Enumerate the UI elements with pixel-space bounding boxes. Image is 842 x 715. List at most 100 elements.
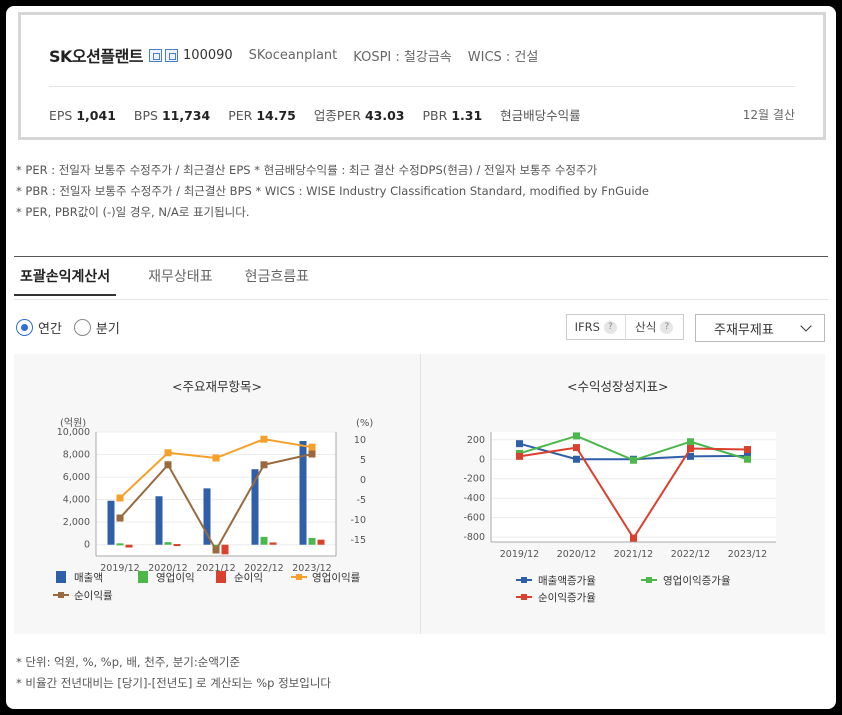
metric-eps: EPS 1,041	[49, 108, 116, 123]
legend-swatch	[56, 571, 66, 583]
y-tick-label: 0	[479, 454, 485, 465]
y-tick-label: 10,000	[57, 427, 90, 438]
ifrs-button[interactable]: IFRS?	[567, 320, 625, 334]
chart1-title: <주요재무항목>	[172, 379, 262, 394]
note-line: * PBR : 전일자 보통주 수정주가 / 최근결산 BPS * WICS :…	[16, 184, 649, 198]
tabs-top-border	[14, 256, 828, 257]
point-영업이익증가율	[630, 456, 637, 464]
company-info-box: SK오션플랜트 100090 SKoceanplant KOSPI : 철강금속…	[18, 12, 826, 140]
tab-balance-sheet[interactable]: 재무상태표	[148, 266, 212, 296]
metric-per: PER 14.75	[228, 108, 296, 123]
company-name: SK오션플랜트	[49, 47, 144, 66]
point-매출액증가율	[573, 455, 580, 463]
point-영업이익률	[308, 443, 316, 451]
y2-tick-label: -15	[350, 535, 366, 546]
y-tick-label: 2,000	[63, 517, 90, 528]
wics-sector: WICS : 건설	[467, 49, 539, 65]
legend-label: 순이익증가율	[538, 592, 596, 604]
legend-swatch-point	[296, 574, 302, 580]
stock-code: 100090	[183, 47, 233, 63]
point-영업이익증가율	[573, 432, 580, 440]
y-tick-label: -600	[463, 513, 485, 524]
legend-swatch	[138, 571, 148, 583]
legend-label: 매출액	[74, 572, 103, 584]
bar-순이익	[317, 539, 325, 545]
help-icon[interactable]: ?	[603, 320, 617, 334]
legend-swatch-point	[521, 577, 527, 583]
metric-bps: BPS 11,734	[133, 108, 211, 123]
charts-separator	[420, 354, 421, 634]
ifrs-label: IFRS	[574, 320, 600, 334]
bar-순이익	[269, 542, 277, 545]
point-순이익률	[212, 546, 220, 554]
point-순이익증가율	[744, 446, 751, 454]
y-tick-label: 0	[84, 540, 90, 551]
english-name: SKoceanplant	[248, 47, 338, 63]
point-순이익증가율	[630, 534, 637, 542]
y-tick-label: 200	[467, 435, 485, 446]
bar-매출액	[155, 496, 163, 545]
bar-매출액	[203, 488, 211, 545]
x-tick-label: 2020/12	[557, 549, 596, 560]
ir-icon[interactable]	[165, 48, 179, 62]
calc-button[interactable]: 산식?	[624, 315, 684, 339]
point-순이익률	[260, 461, 268, 469]
bar-매출액	[107, 500, 115, 545]
point-영업이익증가율	[687, 438, 694, 446]
growth-indicators-chart: 200 0 -200 -400 -600 -800 2019/12 2020/12 2021/1…	[463, 432, 776, 604]
select-value: 주재무제표	[714, 322, 774, 338]
y2-tick-label: 5	[360, 455, 366, 466]
chart2-title: <수익성장성지표>	[567, 379, 669, 394]
market-sector: KOSPI : 철강금속	[353, 49, 452, 65]
point-매출액증가율	[516, 440, 523, 448]
bar-순이익	[125, 544, 133, 548]
point-순이익증가율	[687, 445, 694, 453]
chevron-down-icon	[800, 320, 812, 332]
y2-tick-label: 0	[360, 475, 366, 486]
x-tick-label: 2023/12	[728, 549, 767, 560]
definition-notes: * PER : 전일자 보통주 수정주가 / 최근결산 EPS * 현금배당수익…	[16, 160, 649, 223]
legend-label: 영업이익증가율	[663, 574, 731, 587]
radio-annual-label[interactable]: 연간	[38, 318, 62, 337]
note-line: * 비율간 전년대비는 [당기]-[전년도] 로 계산되는 %p 정보입니다	[16, 676, 331, 690]
point-순이익증가율	[573, 444, 580, 452]
bar-영업이익	[260, 536, 268, 545]
y2-tick-label: 10	[354, 435, 366, 446]
unit-notes: * 단위: 억원, %, %p, 배, 천주, 분기:순액기준 * 비율간 전년…	[16, 652, 331, 694]
x-tick-label: 2019/12	[500, 549, 539, 560]
home-icon[interactable]	[149, 48, 163, 62]
tabs-bottom-border	[14, 299, 828, 300]
y2-tick-label: -10	[350, 515, 366, 526]
y2-tick-label: -5	[357, 495, 366, 506]
point-영업이익률	[116, 494, 124, 502]
help-icon[interactable]: ?	[660, 320, 674, 334]
point-순이익률	[308, 450, 316, 458]
point-순이익률	[116, 514, 124, 522]
point-영업이익증가율	[744, 455, 751, 463]
y-tick-label: -200	[463, 474, 485, 485]
legend-label: 영업이익률	[312, 571, 361, 584]
note-line: * PER : 전일자 보통주 수정주가 / 최근결산 EPS * 현금배당수익…	[16, 163, 598, 177]
tab-income-statement[interactable]: 포괄손익계산서	[14, 266, 117, 296]
y2-axis-unit-label: (%)	[356, 418, 373, 429]
y-tick-label: 8,000	[63, 450, 90, 461]
radio-quarter[interactable]	[73, 319, 91, 336]
y-tick-label: 4,000	[63, 495, 90, 506]
tab-cash-flow[interactable]: 현금흐름표	[245, 266, 309, 296]
period-radio-group: 연간 분기	[16, 318, 132, 337]
statement-tabs: 포괄손익계산서 재무상태표 현금흐름표	[14, 266, 341, 296]
bar-영업이익	[164, 542, 172, 545]
legend-label: 영업이익	[156, 571, 195, 584]
radio-annual[interactable]	[16, 319, 33, 336]
company-title-row: SK오션플랜트 100090 SKoceanplant KOSPI : 철강금속…	[49, 43, 538, 67]
legend-swatch-point	[58, 592, 64, 598]
x-tick-label: 2021/12	[614, 549, 653, 560]
legend-label: 순이익	[234, 572, 263, 584]
radio-quarter-label[interactable]: 분기	[96, 318, 120, 337]
legend-swatch-point	[646, 577, 652, 583]
y-tick-label: 6,000	[63, 472, 90, 483]
statement-type-select[interactable]: 주재무제표	[695, 314, 825, 342]
legend-swatch	[216, 571, 226, 583]
point-영업이익률	[164, 449, 172, 457]
main-financials-chart: (억원) (%)02,0004,0006,0008,00010,0001050-5…	[53, 417, 373, 602]
